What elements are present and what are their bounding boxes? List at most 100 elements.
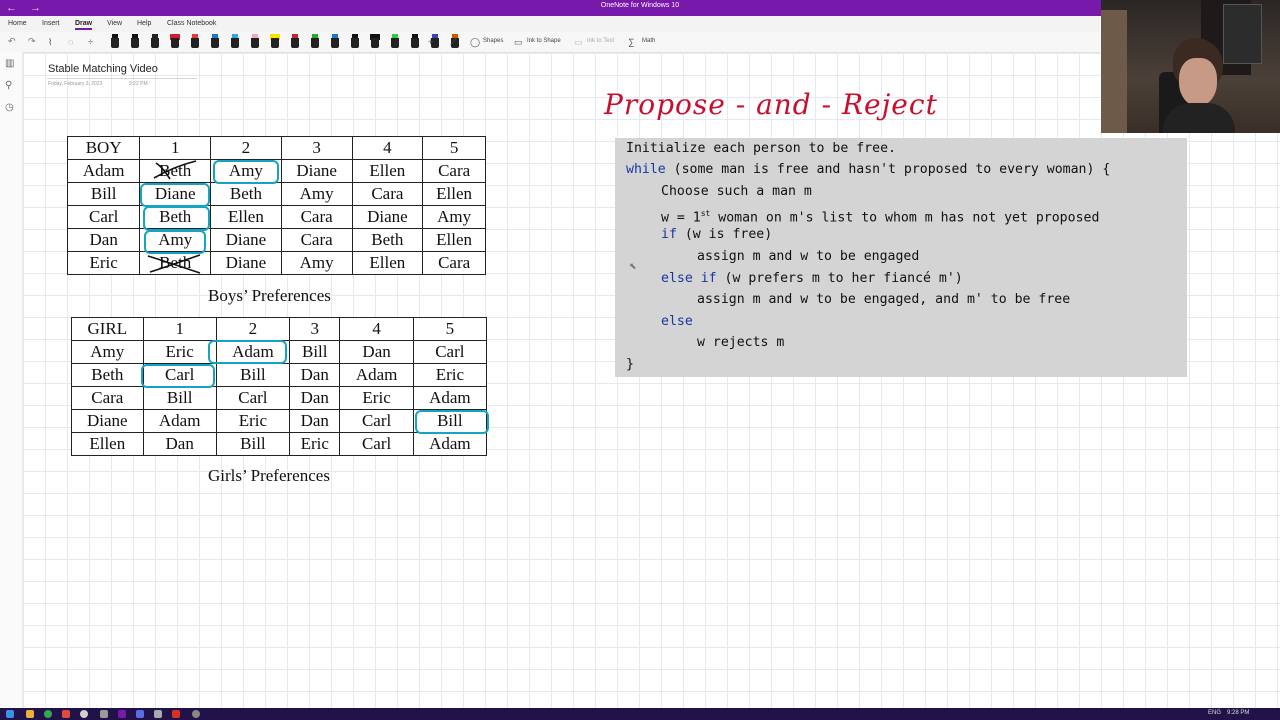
ink-circle-adam-amy[interactable]: [213, 160, 279, 184]
table-row: Cara Bill Carl Dan Eric Adam: [71, 386, 488, 410]
pen-icon[interactable]: [270, 34, 280, 50]
table-cell: Bill: [215, 363, 291, 387]
table-cell: Bill: [142, 386, 217, 410]
pen-body: [211, 38, 219, 48]
ink-to-shape-button[interactable]: Ink to Shape: [527, 38, 561, 44]
algorithm-code-box[interactable]: Initialize each person to be free. while…: [615, 138, 1187, 377]
table-cell: Amy: [280, 251, 353, 275]
pen-icon[interactable]: [310, 34, 320, 50]
shapes-button[interactable]: Shapes: [483, 38, 503, 44]
page-title[interactable]: Stable Matching Video: [48, 63, 158, 75]
ink-circle-amy-adam[interactable]: [208, 340, 287, 364]
redo-icon[interactable]: ↷: [28, 36, 36, 47]
pen-body: [351, 38, 359, 48]
ribbon-tabs: Home Insert Draw View Help Class Noteboo…: [0, 16, 1100, 32]
obs-icon[interactable]: [192, 710, 200, 718]
acrobat-icon[interactable]: [172, 710, 180, 718]
pen-icon[interactable]: [350, 34, 360, 50]
ink-to-text-button[interactable]: Ink to Text: [587, 38, 614, 44]
onenote-icon[interactable]: [118, 710, 126, 718]
notebooks-icon[interactable]: ▥: [5, 58, 14, 69]
undo-icon[interactable]: ↶: [8, 36, 16, 47]
left-rail: ▥ ⚲ ◷: [0, 52, 23, 708]
table-cell: Beth: [71, 363, 144, 387]
table-cell: Beth: [210, 182, 282, 206]
ink-circle-dan-amy[interactable]: [144, 230, 206, 254]
add-pen-icon[interactable]: +: [428, 37, 433, 47]
table-cell: Bill: [215, 432, 291, 456]
pen-icon[interactable]: [390, 34, 400, 50]
pen-icon[interactable]: [190, 34, 200, 50]
table-cell: Dan: [289, 363, 341, 387]
language-indicator[interactable]: ENG: [1208, 710, 1221, 716]
code-line: }: [626, 357, 634, 372]
settings-icon[interactable]: [80, 710, 88, 718]
table-cell: Carl: [412, 340, 488, 364]
search-icon[interactable]: ⚲: [5, 80, 12, 91]
pen-icon[interactable]: [110, 34, 120, 50]
tab-draw[interactable]: Draw: [75, 20, 93, 30]
pen-icon[interactable]: [290, 34, 300, 50]
table-cell: Cara: [351, 182, 424, 206]
tab-help[interactable]: Help: [137, 20, 151, 27]
table-cell: Dan: [142, 432, 217, 456]
tab-class-notebook[interactable]: Class Notebook: [167, 20, 216, 27]
pen-icon[interactable]: [250, 34, 260, 50]
pen-icon[interactable]: [230, 34, 240, 50]
table-header-cell: 4: [351, 136, 424, 160]
table-cell: Adam: [339, 363, 414, 387]
insert-space-icon[interactable]: ÷: [88, 37, 93, 47]
pen-icon[interactable]: [150, 34, 160, 50]
start-menu-icon[interactable]: [6, 710, 14, 718]
table-cell: Dan: [339, 340, 414, 364]
ink-circle-bill-diane[interactable]: [140, 183, 210, 207]
tab-home[interactable]: Home: [8, 20, 27, 27]
code-line: Choose such a man m: [661, 184, 812, 199]
title-bar: ← → OneNote for Windows 10: [0, 0, 1280, 16]
keyword-else: else: [661, 314, 693, 329]
file-explorer-icon[interactable]: [26, 710, 34, 718]
code-line: else: [661, 312, 693, 332]
handwritten-title[interactable]: Propose - and - Reject: [604, 88, 937, 121]
table-cell: Cara: [422, 159, 486, 183]
ink-circle-beth-carl[interactable]: [141, 364, 215, 388]
ink-strike-eric-beth[interactable]: [146, 253, 202, 275]
ink-circle-diane-bill[interactable]: [415, 410, 489, 434]
app-icon[interactable]: [62, 710, 70, 718]
ink-circle-carl-beth[interactable]: [143, 206, 210, 231]
pen-body: [191, 38, 199, 48]
app-icon[interactable]: [154, 710, 162, 718]
tab-insert[interactable]: Insert: [42, 20, 60, 27]
code-line: Initialize each person to be free.: [626, 141, 896, 156]
code-line: if (w is free): [661, 227, 773, 242]
webcam-overlay: [1101, 0, 1280, 133]
pen-icon[interactable]: [330, 34, 340, 50]
page-title-underline: [47, 78, 197, 79]
lasso-select-icon[interactable]: ⌇: [48, 37, 52, 48]
pen-icon[interactable]: [130, 34, 140, 50]
notepad-icon[interactable]: [100, 710, 108, 718]
recent-notes-icon[interactable]: ◷: [5, 102, 14, 113]
taskbar-clock[interactable]: 9:28 PM: [1227, 710, 1249, 716]
draw-toolbar: ↶ ↷ ⌇ ◌ ÷ + ⟋ ◯ Shapes ▭ Ink to Shape ▭ …: [0, 32, 1100, 53]
ink-strike-adam-beth[interactable]: [150, 159, 200, 181]
pen-body: [111, 38, 119, 48]
eraser-icon[interactable]: ◌: [68, 37, 73, 47]
chrome-icon[interactable]: [44, 710, 52, 718]
pen-body: [331, 38, 339, 48]
table-cell: Adam: [142, 409, 217, 433]
table-cell: Cara: [71, 386, 144, 410]
table-cell: Diane: [351, 205, 424, 229]
app-icon[interactable]: [136, 710, 144, 718]
pen-icon[interactable]: [370, 34, 380, 50]
math-button[interactable]: Math: [642, 38, 655, 44]
pen-icon[interactable]: [210, 34, 220, 50]
table-header-cell: 1: [142, 317, 217, 341]
ink-to-text-icon: ▭: [574, 37, 583, 47]
tab-view[interactable]: View: [107, 20, 122, 27]
ruler-icon[interactable]: ⟋: [450, 37, 456, 48]
pen-icon[interactable]: [410, 34, 420, 50]
table-header-cell: 5: [412, 317, 488, 341]
pen-icon[interactable]: [170, 34, 180, 50]
table-cell: Carl: [339, 409, 414, 433]
